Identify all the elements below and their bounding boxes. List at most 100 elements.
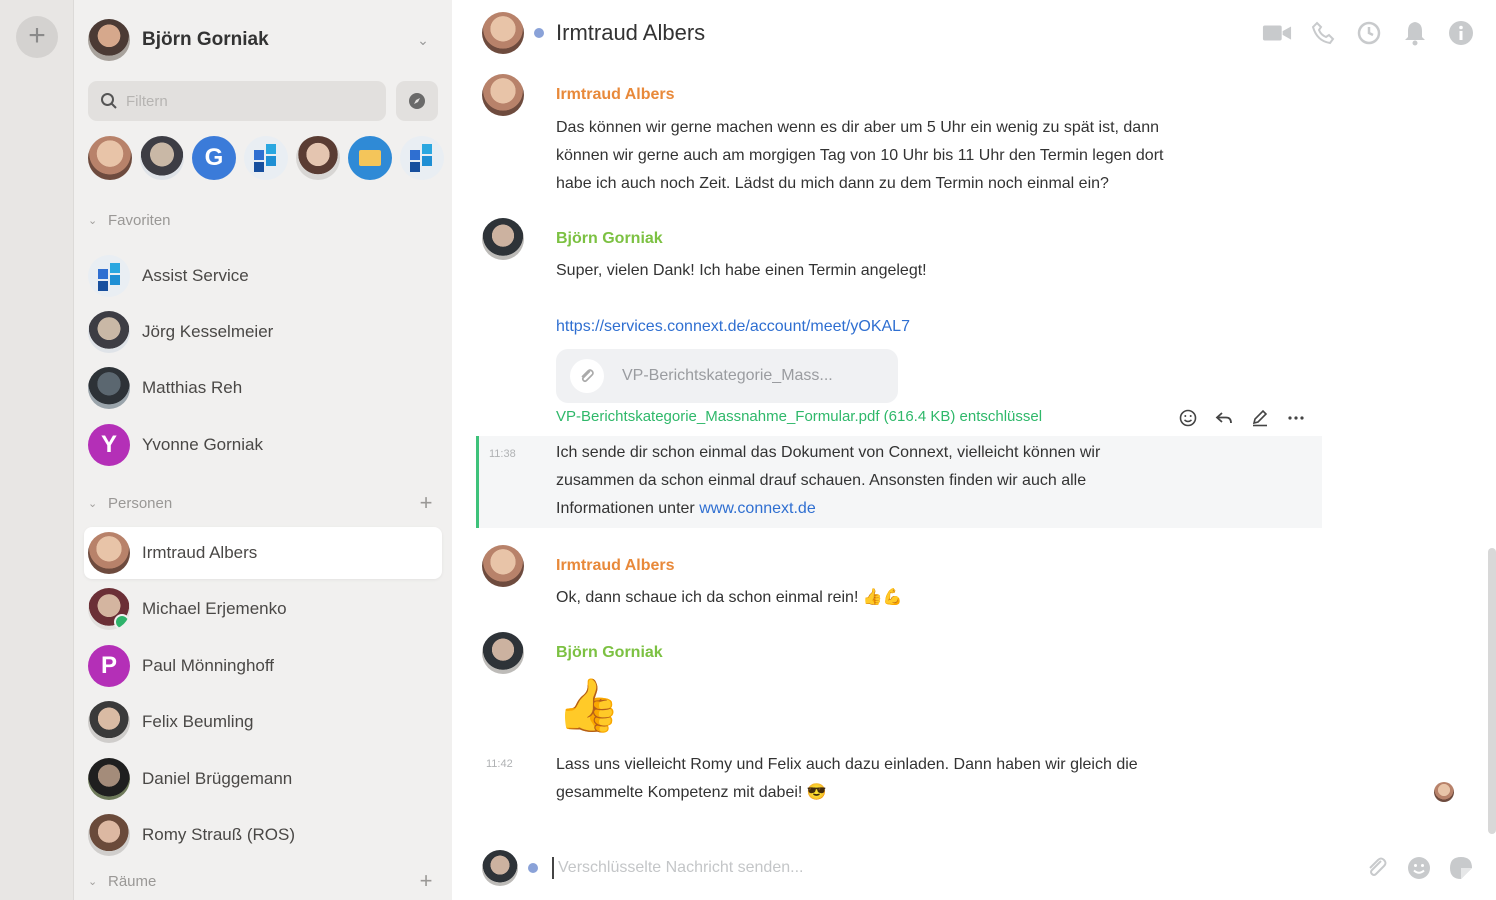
quick-contact-assist-service[interactable] — [244, 136, 288, 180]
phone-call-button[interactable] — [1308, 18, 1338, 48]
message-sender[interactable]: Björn Gorniak — [556, 644, 663, 662]
chat-title: Irmtraud Albers — [556, 20, 706, 45]
quick-contact-mail[interactable] — [348, 136, 392, 180]
avatar[interactable] — [482, 632, 524, 674]
selected-message[interactable]: 11:38 Ich sende dir schon einmal das Dok… — [476, 436, 1322, 528]
sidebar-item-yvonne-gorniak[interactable]: Y Yvonne Gorniak — [84, 419, 442, 471]
bell-icon — [1405, 22, 1425, 46]
chat-panel: Irmtraud Albers Irmtraud Albers Das könn… — [452, 0, 1496, 900]
edit-icon — [1252, 409, 1268, 427]
sidebar-item-label: Matthias Reh — [142, 378, 243, 397]
info-button[interactable] — [1446, 18, 1476, 48]
sidebar-item-michael-erjemenko[interactable]: Michael Erjemenko — [84, 583, 442, 635]
sidebar-item-daniel-brueggemann[interactable]: Daniel Brüggemann — [84, 753, 442, 805]
avatar — [88, 532, 130, 574]
reply-button[interactable] — [1210, 404, 1238, 432]
sidebar-item-paul-moenninghoff[interactable]: P Paul Mönninghoff — [84, 640, 442, 692]
sidebar-item-joerg-kesselmeier[interactable]: Jörg Kesselmeier — [84, 306, 442, 358]
video-call-button[interactable] — [1262, 18, 1292, 48]
quick-contact-5[interactable] — [296, 136, 340, 180]
avatar[interactable] — [482, 12, 524, 54]
message-input[interactable] — [552, 857, 1362, 879]
composer — [482, 844, 1476, 892]
phone-icon — [1311, 21, 1335, 45]
sticker-button[interactable] — [1446, 853, 1476, 883]
search-input[interactable] — [126, 92, 346, 110]
message-sender[interactable]: Irmtraud Albers — [556, 86, 675, 104]
compass-icon — [409, 93, 425, 109]
emoji-icon — [1179, 409, 1197, 427]
message-sender[interactable]: Irmtraud Albers — [556, 557, 675, 575]
sidebar-item-label: Irmtraud Albers — [142, 543, 258, 562]
decrypt-file-link[interactable]: VP-Berichtskategorie_Massnahme_Formular.… — [556, 408, 1042, 425]
sidebar-item-irmtraud-albers[interactable]: Irmtraud Albers — [84, 527, 442, 579]
video-icon — [1262, 25, 1292, 41]
chevron-down-icon[interactable]: ⌄ — [408, 32, 438, 49]
scrollbar[interactable] — [1488, 548, 1496, 834]
message-sender[interactable]: Björn Gorniak — [556, 230, 663, 248]
paperclip-icon — [1369, 857, 1387, 876]
message-text-line: Informationen unter www.connext.de — [556, 495, 816, 523]
avatar — [88, 588, 130, 630]
message-text: habe ich auch noch Zeit. Lädst du mich d… — [556, 175, 1109, 192]
reply-icon — [1215, 412, 1232, 424]
add-person-icon[interactable]: + — [414, 490, 438, 516]
quick-contact-g[interactable]: G — [192, 136, 236, 180]
chevron-down-icon: ⌄ — [88, 875, 98, 888]
sidebar: Björn Gorniak ⌄ G ⌄ Favoriten Assist Ser… — [74, 0, 452, 900]
avatar — [88, 255, 130, 297]
section-favorites[interactable]: ⌄ Favoriten — [88, 208, 438, 232]
composer-actions — [1362, 853, 1476, 883]
website-link[interactable]: www.connext.de — [699, 500, 816, 517]
clock-icon — [1357, 21, 1381, 45]
paperclip-icon — [570, 359, 604, 393]
avatar — [88, 701, 130, 743]
avatar — [88, 814, 130, 856]
avatar[interactable] — [482, 218, 524, 260]
add-account-button[interactable]: + — [16, 16, 58, 58]
more-icon — [1288, 416, 1304, 420]
quick-contact-irmtraud-albers[interactable] — [88, 136, 132, 180]
quick-contacts: G — [88, 134, 444, 182]
attachment-card[interactable]: VP-Berichtskategorie_Mass... — [556, 349, 898, 403]
sidebar-item-label: Yvonne Gorniak — [142, 435, 263, 454]
avatar — [482, 850, 518, 886]
account-switcher[interactable]: Björn Gorniak ⌄ — [88, 18, 438, 62]
notifications-button[interactable] — [1400, 18, 1430, 48]
sidebar-item-romy-strauss[interactable]: Romy Strauß (ROS) — [84, 809, 442, 861]
avatar[interactable] — [482, 74, 524, 116]
filter-row — [88, 80, 438, 122]
message-time: 11:38 — [489, 448, 516, 460]
avatar[interactable] — [482, 545, 524, 587]
chat-header: Irmtraud Albers — [452, 0, 1496, 66]
edit-button[interactable] — [1246, 404, 1274, 432]
history-button[interactable] — [1354, 18, 1384, 48]
sidebar-item-felix-beumling[interactable]: Felix Beumling — [84, 696, 442, 748]
attach-file-button[interactable] — [1362, 853, 1392, 883]
react-button[interactable] — [1174, 404, 1202, 432]
header-actions — [1262, 18, 1476, 48]
search-box — [88, 81, 386, 121]
sidebar-item-label: Felix Beumling — [142, 712, 254, 731]
message-text: können wir gerne auch am morgigen Tag vo… — [556, 147, 1164, 164]
meeting-link[interactable]: https://services.connext.de/account/meet… — [556, 313, 910, 341]
avatar — [88, 367, 130, 409]
section-persons[interactable]: ⌄ Personen + — [88, 490, 438, 516]
attachment-name: VP-Berichtskategorie_Mass... — [622, 367, 833, 384]
chevron-down-icon: ⌄ — [88, 214, 98, 227]
encryption-indicator-icon — [528, 863, 538, 873]
add-room-icon[interactable]: + — [414, 868, 438, 894]
quick-contact-assist-service-2[interactable] — [400, 136, 444, 180]
message-text: Ich sende dir schon einmal das Dokument … — [556, 444, 1101, 461]
emoji-picker-button[interactable] — [1404, 853, 1434, 883]
sidebar-item-matthias-reh[interactable]: Matthias Reh — [84, 362, 442, 414]
explore-button[interactable] — [396, 81, 438, 121]
avatar — [88, 758, 130, 800]
sidebar-item-assist-service[interactable]: Assist Service — [84, 250, 442, 302]
message-text: Ok, dann schaue ich da schon einmal rein… — [556, 589, 903, 606]
more-options-button[interactable] — [1282, 404, 1310, 432]
avatar: Y — [88, 424, 130, 466]
quick-contact-joerg-kesselmeier[interactable] — [140, 136, 184, 180]
section-rooms[interactable]: ⌄ Räume + — [88, 868, 438, 894]
sticker-icon — [1450, 857, 1472, 879]
